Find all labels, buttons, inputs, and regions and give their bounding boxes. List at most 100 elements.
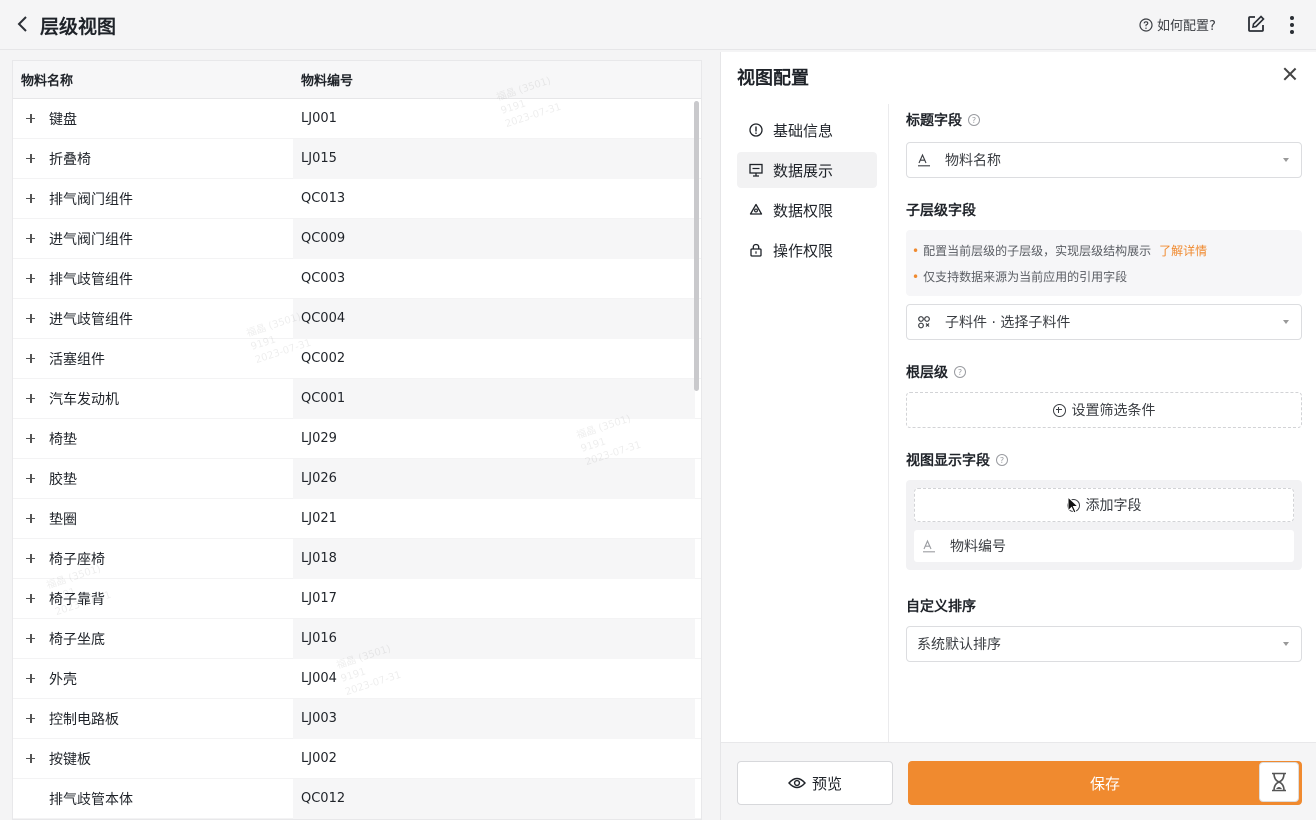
custom-sort-select[interactable]: 系统默认排序 <box>906 626 1302 662</box>
table-row[interactable]: 椅子靠背 LJ017 <box>13 579 701 619</box>
page-title: 层级视图 <box>40 16 117 38</box>
expand-plus-icon[interactable] <box>25 113 37 125</box>
cell-material-name: 进气阀门组件 <box>13 219 293 259</box>
save-label: 保存 <box>1089 774 1120 793</box>
edit-icon[interactable] <box>1246 14 1266 34</box>
table-row[interactable]: 折叠椅 LJ015 <box>13 138 701 179</box>
learn-more-link[interactable]: 了解详情 <box>1159 244 1207 258</box>
text-field-icon <box>922 539 936 553</box>
table-row[interactable]: 排气阀门组件 QC013 <box>13 179 701 219</box>
panel-footer: 预览 保存 <box>721 742 1316 820</box>
child-field-select[interactable]: 子料件 · 选择子料件 <box>906 304 1302 340</box>
cell-material-code: LJ026 <box>293 458 695 499</box>
expand-plus-icon[interactable] <box>25 353 37 365</box>
title-field-label: 标题字段 ? <box>906 110 1302 130</box>
table-row[interactable]: 椅子坐底 LJ016 <box>13 618 701 659</box>
material-name-text: 椅子靠背 <box>49 591 105 608</box>
expand-plus-icon[interactable] <box>25 553 37 565</box>
question-icon[interactable]: ? <box>954 366 966 378</box>
material-name-text: 椅垫 <box>49 431 77 448</box>
material-name-text: 进气阀门组件 <box>49 231 133 248</box>
cell-material-code: QC002 <box>301 351 346 366</box>
display-fields-area: 添加字段 物料编号 <box>906 480 1302 570</box>
chevron-down-icon <box>1283 320 1289 324</box>
hint-line-2: • 仅支持数据来源为当前应用的引用字段 <box>912 264 1294 290</box>
close-icon[interactable] <box>1282 66 1298 82</box>
nav-item-basic-info[interactable]: 基础信息 <box>737 112 877 148</box>
cell-material-code: LJ015 <box>293 138 695 179</box>
table-row[interactable]: 键盘 LJ001 <box>13 99 701 139</box>
material-name-text: 排气阀门组件 <box>49 191 133 208</box>
cell-material-code: QC004 <box>293 298 695 339</box>
save-button[interactable]: 保存 <box>908 761 1302 805</box>
display-field-item[interactable]: 物料编号 <box>914 530 1294 562</box>
cell-material-name: 垫圈 <box>13 499 293 539</box>
expand-plus-icon[interactable] <box>25 193 37 205</box>
cell-material-name: 键盘 <box>13 99 293 139</box>
table-row[interactable]: 活塞组件 QC002 <box>13 339 701 379</box>
expand-plus-icon[interactable] <box>25 473 37 485</box>
cell-material-name: 控制电路板 <box>13 699 293 739</box>
cell-material-name: 折叠椅 <box>13 139 293 179</box>
question-icon[interactable]: ? <box>996 454 1008 466</box>
table-row[interactable]: 汽车发动机 QC001 <box>13 378 701 419</box>
nav-item-action-permission[interactable]: 操作权限 <box>737 232 877 268</box>
table-scrollbar[interactable] <box>694 101 699 391</box>
panel-title: 视图配置 <box>737 68 809 89</box>
table-row[interactable]: 外壳 LJ004 <box>13 659 701 699</box>
table-row[interactable]: 胶垫 LJ026 <box>13 458 701 499</box>
preview-button[interactable]: 预览 <box>737 761 893 805</box>
expand-plus-icon[interactable] <box>25 513 37 525</box>
child-field-value: 子料件 · 选择子料件 <box>945 315 1071 331</box>
table-row[interactable]: 控制电路板 LJ003 <box>13 698 701 739</box>
question-icon[interactable]: ? <box>968 114 980 126</box>
cell-material-code: QC003 <box>301 271 346 286</box>
table-row[interactable]: 按键板 LJ002 <box>13 739 701 779</box>
plus-circle-icon <box>1066 498 1080 512</box>
expand-plus-icon[interactable] <box>25 713 37 725</box>
table-row[interactable]: 排气歧管本体 QC012 <box>13 778 701 819</box>
title-field-select[interactable]: 物料名称 <box>906 142 1302 178</box>
table-body: 键盘 LJ001 折叠椅 LJ015 排气阀门组件 QC013 进气阀门组件 QC009 排气歧… <box>13 99 701 819</box>
column-header-name[interactable]: 物料名称 <box>13 70 293 89</box>
set-filter-button[interactable]: 设置筛选条件 <box>906 392 1302 428</box>
nav-item-data-display[interactable]: 数据展示 <box>737 152 877 188</box>
custom-sort-label-text: 自定义排序 <box>906 599 976 615</box>
table-row[interactable]: 排气歧管组件 QC003 <box>13 259 701 299</box>
title-field-label-text: 标题字段 <box>906 113 962 129</box>
expand-plus-icon[interactable] <box>25 273 37 285</box>
expand-plus-icon[interactable] <box>25 433 37 445</box>
expand-plus-icon[interactable] <box>25 753 37 765</box>
expand-plus-icon[interactable] <box>25 313 37 325</box>
nav-item-data-permission[interactable]: 数据权限 <box>737 192 877 228</box>
more-vertical-icon[interactable] <box>1282 14 1302 36</box>
material-name-text: 外壳 <box>49 671 77 688</box>
cell-material-code: LJ002 <box>301 751 337 766</box>
cell-material-name: 汽车发动机 <box>13 379 293 419</box>
table-row[interactable]: 进气歧管组件 QC004 <box>13 298 701 339</box>
expand-plus-icon[interactable] <box>25 593 37 605</box>
expand-plus-icon[interactable] <box>25 633 37 645</box>
cell-material-name: 胶垫 <box>13 459 293 499</box>
help-label: 如何配置? <box>1157 19 1216 34</box>
add-field-button[interactable]: 添加字段 <box>914 488 1294 522</box>
cell-material-name: 椅子座椅 <box>13 539 293 579</box>
expand-plus-icon[interactable] <box>25 233 37 245</box>
table-row[interactable]: 垫圈 LJ021 <box>13 499 701 539</box>
table-row[interactable]: 椅垫 LJ029 <box>13 419 701 459</box>
expand-plus-icon[interactable] <box>25 673 37 685</box>
table-row[interactable]: 进气阀门组件 QC009 <box>13 218 701 259</box>
help-link[interactable]: 如何配置? <box>1139 15 1216 34</box>
plus-circle-icon <box>1052 403 1066 417</box>
recycle-icon <box>749 203 763 217</box>
back-arrow-icon[interactable] <box>12 13 34 35</box>
material-name-text: 进气歧管组件 <box>49 311 133 328</box>
hourglass-icon[interactable] <box>1259 762 1299 802</box>
hint-line-1: • 配置当前层级的子层级，实现层级结构展示 了解详情 <box>912 238 1294 264</box>
table-row[interactable]: 椅子座椅 LJ018 <box>13 538 701 579</box>
set-filter-label: 设置筛选条件 <box>1071 403 1156 419</box>
cell-material-name: 活塞组件 <box>13 339 293 379</box>
expand-plus-icon[interactable] <box>25 153 37 165</box>
column-header-code[interactable]: 物料编号 <box>293 70 353 89</box>
expand-plus-icon[interactable] <box>25 393 37 405</box>
